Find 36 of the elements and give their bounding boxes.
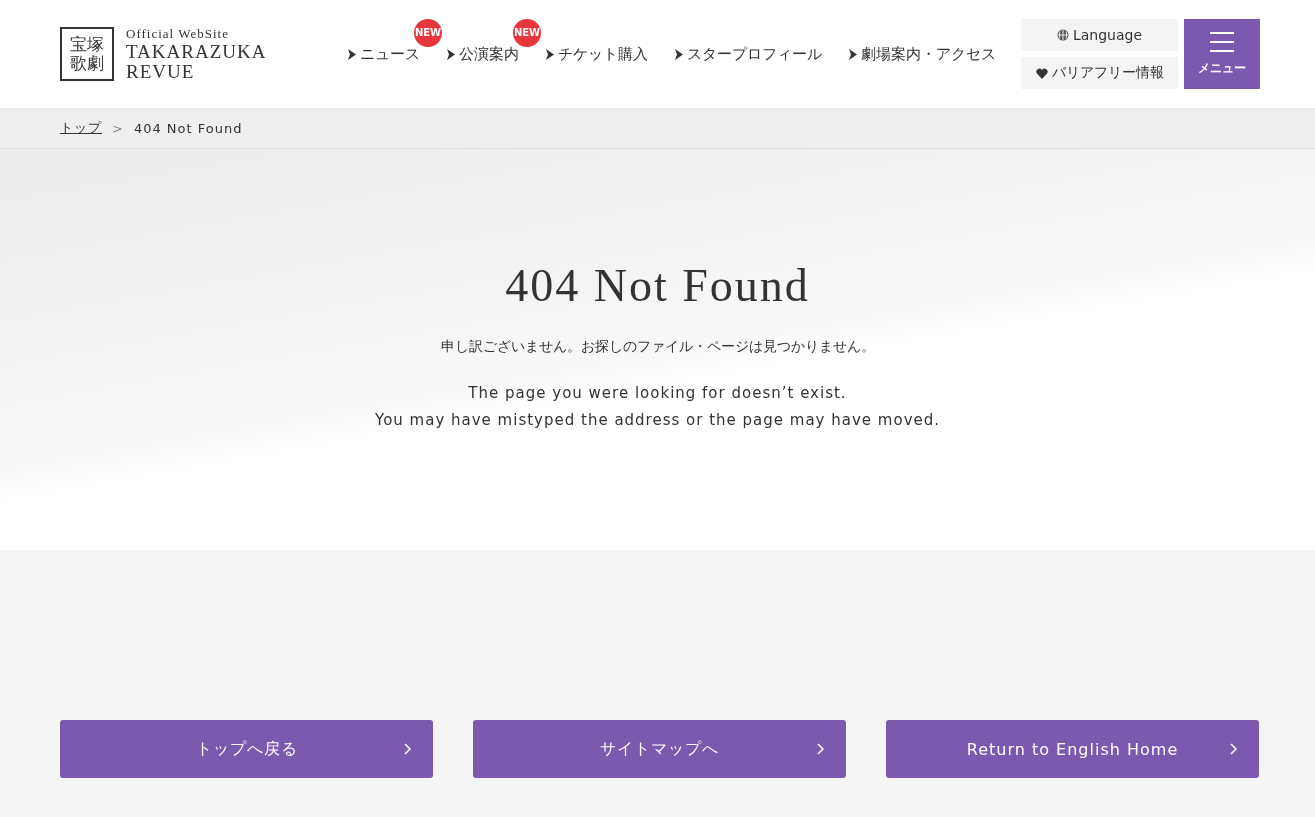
breadcrumb-separator: > — [112, 120, 124, 136]
nav-button[interactable]: トップへ戻る — [60, 720, 433, 778]
menu-button[interactable]: メニュー — [1184, 19, 1260, 89]
chevron-icon — [446, 48, 455, 60]
breadcrumb-current: 404 Not Found — [133, 120, 243, 136]
new-badge: NEW — [414, 18, 442, 47]
nav-link[interactable]: ニュース — [347, 44, 420, 64]
nav-button[interactable]: サイトマップへ — [473, 720, 846, 778]
logo-tagline: Official WebSite — [126, 26, 230, 43]
error-message: You may have mistyped the address or the page may have moved. — [374, 410, 941, 431]
menu-icon — [1210, 31, 1234, 52]
chevron-icon — [1230, 743, 1237, 755]
nav-link[interactable]: チケット購入 — [545, 44, 648, 64]
logo-title: TAKARAZUKA — [126, 42, 267, 62]
error-heading: 404 Not Found — [505, 259, 810, 312]
nav-link[interactable]: スタープロフィール — [674, 44, 822, 64]
nav-link[interactable]: 劇場案内・アクセス — [848, 44, 996, 64]
chevron-icon — [545, 48, 554, 60]
nav-link[interactable]: 公演案内 — [446, 44, 519, 64]
seal-text: 歌劇 — [70, 54, 104, 73]
chevron-icon — [848, 48, 857, 60]
chevron-icon — [817, 743, 824, 755]
language-button[interactable]: Language — [1021, 19, 1178, 51]
seal-text: 宝塚 — [70, 35, 104, 54]
chevron-icon — [674, 48, 683, 60]
new-badge: NEW — [513, 18, 541, 47]
logo-title: REVUE — [126, 62, 196, 82]
error-message: The page you were looking for doesn’t exist. — [468, 383, 847, 404]
error-message: 申し訳ございません。お探しのファイル・ページは見つかりません。 — [440, 338, 875, 356]
chevron-icon — [404, 743, 411, 755]
breadcrumb-link[interactable]: トップ — [60, 119, 102, 137]
accessibility-button[interactable]: バリアフリー情報 — [1021, 57, 1178, 89]
heart-icon — [1035, 67, 1048, 79]
globe-icon — [1056, 29, 1069, 41]
chevron-icon — [347, 48, 356, 60]
nav-button[interactable]: Return to English Home — [886, 720, 1259, 778]
